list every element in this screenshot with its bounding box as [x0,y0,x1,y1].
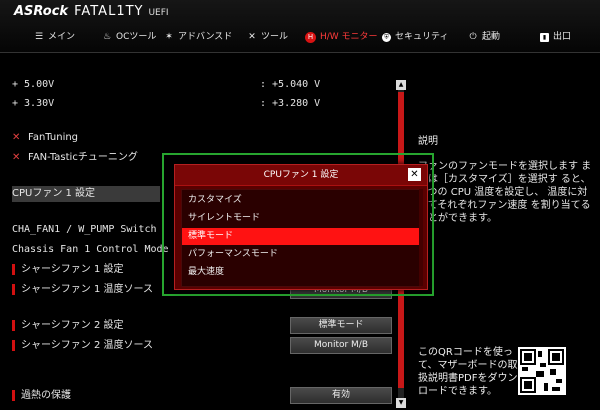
scroll-up-arrow-icon[interactable]: ▲ [396,80,406,90]
voltage-5v-row: + 5.00V : +5.040 V [12,77,320,93]
option-silent-mode[interactable]: サイレントモード [182,210,420,227]
cha-fan1-wpump-switch-row[interactable]: CHA_FAN1 / W_PUMP Switch [12,222,157,238]
tab-exit[interactable]: ▮ 出口 [540,28,571,46]
fan-tuning-item[interactable]: ✕ FanTuning [12,130,78,146]
asrock-logo: ASRock [14,4,69,19]
shield-icon: ⛨ [382,33,391,42]
setting-marker [12,283,15,295]
popup-scrollbar[interactable] [419,189,423,286]
voltage-value: : +5.040 V [260,79,321,90]
tab-advanced[interactable]: ✶ アドバンスド [164,28,232,46]
chassis-fan1-control-mode-row[interactable]: Chassis Fan 1 Control Mode [12,242,169,258]
brand-logo: ASRock FATAL1TY UEFI [14,4,169,19]
star-icon: ✶ [165,32,173,42]
fatal1ty-logo: FATAL1TY [74,4,144,19]
cpu-fan1-setting-row[interactable]: CPUファン 1 設定 [12,186,95,202]
tab-oc-tools[interactable]: ♨ OCツール [102,28,156,46]
exit-door-icon: ▮ [540,33,549,42]
chassis-fan2-temp-source-row[interactable]: シャーシファン 2 温度ソース [12,338,153,354]
tab-hw-monitor[interactable]: H H/W モニター [305,28,378,46]
help-description: ファンのファンモードを選択します または［カスタマイズ］を選択す ると、5 つの… [418,161,592,224]
setting-marker [12,263,15,275]
voltage-label: + 5.00V [12,79,55,90]
tab-boot[interactable]: ⏻ 起動 [468,28,500,46]
fan-tool-icon: ✕ [12,132,21,143]
option-standard-mode[interactable]: 標準モード [182,228,420,245]
fan-tastic-tuning-item[interactable]: ✕ FAN-Tasticチューニング [12,150,138,166]
setting-marker [12,389,15,401]
setting-marker [12,339,15,351]
chassis-fan1-temp-source-row[interactable]: シャーシファン 1 温度ソース [12,282,153,298]
qr-code-icon [518,347,566,395]
help-panel: 説明 ファンのファンモードを選択します または［カスタマイズ］を選択す ると、5… [418,132,596,225]
option-performance-mode[interactable]: パフォーマンスモード [182,246,420,263]
close-icon[interactable]: ✕ [408,168,421,181]
tab-tools[interactable]: ✕ ツール [247,28,288,46]
chassis-fan2-temp-source-value[interactable]: Monitor M/B [290,337,392,354]
wrench-icon: ✕ [248,32,256,42]
chassis-fan1-setting-row[interactable]: シャーシファン 1 設定 [12,262,124,278]
overheat-protection-row[interactable]: 過熱の保護 [12,388,71,404]
tab-main[interactable]: ☰ メイン [34,28,75,46]
popup-title: CPUファン 1 設定 [263,170,339,180]
chassis-fan2-setting-value[interactable]: 標準モード [290,317,392,334]
tab-security[interactable]: ⛨ セキュリティ [382,28,448,46]
popup-option-list: カスタマイズ サイレントモード 標準モード パフォーマンスモード 最大速度 [181,189,421,287]
voltage-3v3-row: + 3.30V : +3.280 V [12,96,320,112]
overheat-protection-value[interactable]: 有効 [290,387,392,404]
fan-tool-icon: ✕ [12,152,21,163]
flame-icon: ♨ [102,32,112,42]
hw-monitor-icon: H [305,32,316,43]
uefi-label: UEFI [148,8,169,18]
option-customize[interactable]: カスタマイズ [182,192,420,209]
header-bar: ASRock FATAL1TY UEFI ☰ メイン ♨ OCツール ✶ アドバンスド ✕… [0,0,600,53]
list-icon: ☰ [34,32,44,42]
power-icon: ⏻ [469,32,477,42]
help-title: 説明 [418,136,438,147]
setting-marker [12,319,15,331]
tab-bar: ☰ メイン ♨ OCツール ✶ アドバンスド ✕ ツール H H/W モニター ⛨ セキュリ… [0,28,600,46]
popup-header: CPUファン 1 設定 ✕ [175,165,427,186]
voltage-value: : +3.280 V [260,98,321,109]
fan-mode-popup: CPUファン 1 設定 ✕ カスタマイズ サイレントモード 標準モード パフォー… [174,164,428,290]
option-full-speed[interactable]: 最大速度 [182,264,420,281]
qr-description: このQRコードを使って、マザーボードの取扱説明書PDFをダウンロードできます。 [418,347,518,397]
scroll-down-arrow-icon[interactable]: ▼ [396,398,406,408]
chassis-fan2-setting-row[interactable]: シャーシファン 2 設定 [12,318,124,334]
voltage-label: + 3.30V [12,98,55,109]
